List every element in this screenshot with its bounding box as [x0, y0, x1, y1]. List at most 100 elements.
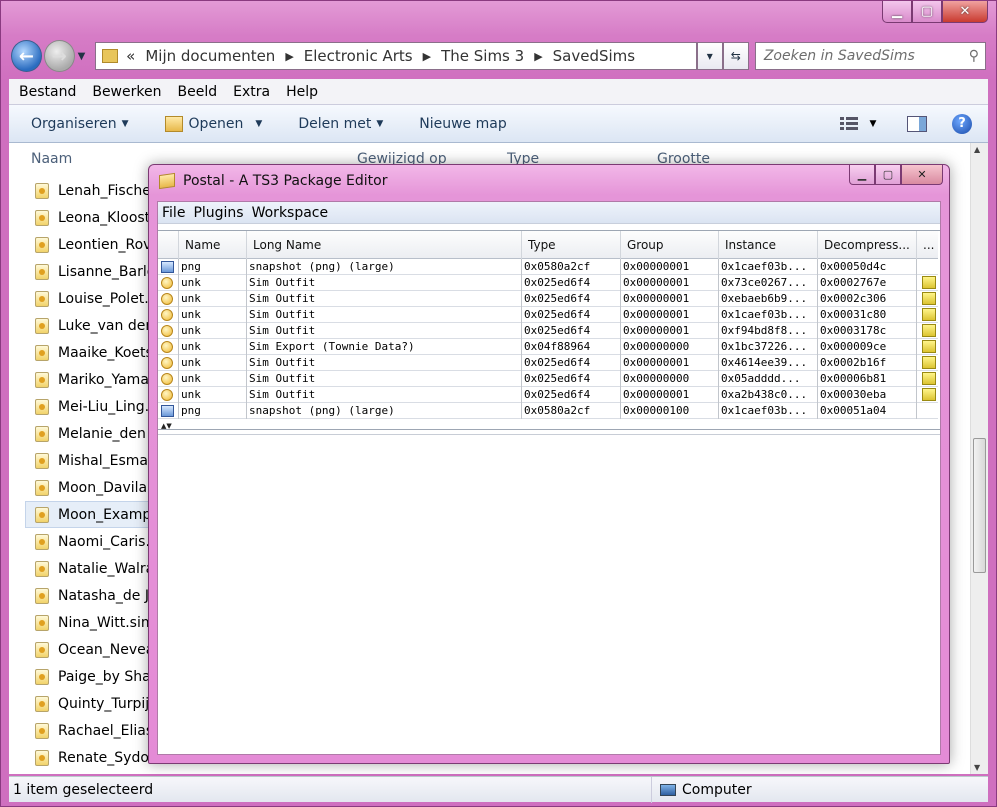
forward-button[interactable]: → [43, 40, 75, 72]
sim-file-icon [35, 695, 49, 712]
postal-minimize-button[interactable]: ▁ [849, 165, 875, 185]
cell-decompress: 0x0002b16f [817, 355, 916, 371]
scrollbar-thumb[interactable] [973, 438, 986, 573]
cell-type: 0x0580a2cf [521, 403, 620, 419]
cell-name: png [178, 403, 246, 419]
unknown-resource-icon [161, 373, 173, 385]
resource-row[interactable]: png snapshot (png) (large) 0x0580a2cf 0x000… [158, 403, 938, 419]
file-name: Leona_Klooste [58, 209, 159, 226]
status-selection-text: 1 item geselecteerd [13, 781, 154, 798]
maximize-button[interactable]: ▢ [912, 1, 942, 23]
resource-flag-icon [922, 324, 936, 337]
sim-file-icon [35, 236, 49, 253]
scroll-down-icon[interactable]: ▼ [974, 763, 980, 772]
grid-resize-handle[interactable]: ▲▼ [158, 422, 938, 430]
breadcrumb-the-sims-3[interactable]: The Sims 3 [441, 47, 524, 65]
postal-close-button[interactable]: ✕ [901, 165, 943, 185]
breadcrumb-mijn-documenten[interactable]: Mijn documenten [145, 47, 275, 65]
column-instance[interactable]: Instance [718, 231, 817, 259]
grid-rows: png snapshot (png) (large) 0x0580a2cf 0x000… [158, 259, 938, 419]
resource-row[interactable]: unk Sim Outfit 0x025ed6f4 0x00000001 0xa2b43… [158, 387, 938, 403]
cell-more [916, 307, 938, 323]
search-icon[interactable]: ⚲ [969, 48, 979, 64]
vertical-scrollbar[interactable]: ▲ ▼ [970, 143, 988, 774]
menu-workspace[interactable]: Workspace [252, 205, 329, 221]
menu-help[interactable]: Help [286, 84, 318, 100]
back-button[interactable]: ← [11, 40, 42, 72]
refresh-button[interactable]: ⇆ [722, 42, 749, 70]
cell-instance: 0xa2b438c0... [718, 387, 817, 403]
file-name: Rachael_Elias. [58, 722, 158, 739]
recent-pages-dropdown-icon[interactable]: ▼ [78, 51, 90, 62]
column-type[interactable]: Type [521, 231, 620, 259]
close-button[interactable]: ✕ [942, 1, 988, 23]
breadcrumb-savedsims[interactable]: SavedSims [553, 47, 635, 65]
column-decompressed[interactable]: Decompress... [817, 231, 916, 259]
column-more[interactable]: ... [916, 231, 938, 259]
menu-file[interactable]: File [162, 205, 185, 221]
resource-icon-cell [158, 275, 178, 291]
computer-icon [660, 784, 676, 796]
unknown-resource-icon [161, 309, 173, 321]
scroll-up-icon[interactable]: ▲ [974, 145, 980, 154]
breadcrumb-electronic-arts[interactable]: Electronic Arts [304, 47, 413, 65]
cell-more [916, 259, 938, 275]
column-naam[interactable]: Naam [31, 151, 72, 167]
resource-icon-cell [158, 371, 178, 387]
grid-header: Name Long Name Type Group Instance Decom… [158, 231, 938, 259]
minimize-button[interactable]: ▁ [882, 1, 912, 23]
cell-type: 0x025ed6f4 [521, 387, 620, 403]
new-folder-button[interactable]: Nieuwe map [419, 116, 506, 132]
resource-row[interactable]: unk Sim Export (Townie Data?) 0x04f88964 0x… [158, 339, 938, 355]
organize-button[interactable]: Organiseren ▼ [31, 116, 129, 132]
resource-row[interactable]: unk Sim Outfit 0x025ed6f4 0x00000000 0x05add… [158, 371, 938, 387]
postal-titlebar: Postal - A TS3 Package Editor [159, 172, 387, 190]
cell-more [916, 355, 938, 371]
view-dropdown-icon[interactable]: ▼ [862, 115, 884, 133]
column-group[interactable]: Group [620, 231, 718, 259]
postal-maximize-button[interactable]: ▢ [875, 165, 901, 185]
resource-row[interactable]: unk Sim Outfit 0x025ed6f4 0x00000001 0x4614e… [158, 355, 938, 371]
breadcrumb-separator-icon[interactable]: ▶ [285, 50, 293, 63]
breadcrumb-separator-icon[interactable]: ▶ [534, 50, 542, 63]
address-bar[interactable]: « Mijn documenten ▶ Electronic Arts ▶ Th… [95, 42, 697, 70]
cell-decompress: 0x0002c306 [817, 291, 916, 307]
menu-bestand[interactable]: Bestand [19, 84, 76, 100]
resource-icon-cell [158, 323, 178, 339]
cell-group: 0x00000001 [620, 275, 718, 291]
resource-icon-cell [158, 307, 178, 323]
menu-bewerken[interactable]: Bewerken [92, 84, 161, 100]
resource-row[interactable]: unk Sim Outfit 0x025ed6f4 0x00000001 0xebaeb… [158, 291, 938, 307]
menu-plugins[interactable]: Plugins [193, 205, 243, 221]
column-long-name[interactable]: Long Name [246, 231, 521, 259]
file-name: Natalie_Walra [58, 560, 155, 577]
cell-type: 0x025ed6f4 [521, 307, 620, 323]
view-options-icon[interactable] [838, 115, 860, 133]
open-button[interactable]: Openen ▼ [164, 115, 262, 132]
sim-file-icon [35, 722, 49, 739]
menu-beeld[interactable]: Beeld [177, 84, 217, 100]
help-icon[interactable]: ? [952, 113, 972, 134]
share-button[interactable]: Delen met ▼ [298, 116, 383, 132]
resource-row[interactable]: png snapshot (png) (large) 0x0580a2cf 0x000… [158, 259, 938, 275]
resource-row[interactable]: unk Sim Outfit 0x025ed6f4 0x00000001 0x73ce0… [158, 275, 938, 291]
breadcrumb-overflow[interactable]: « [126, 47, 135, 65]
status-location: Computer [651, 777, 752, 803]
resource-flag-icon [922, 308, 936, 321]
menu-extra[interactable]: Extra [233, 84, 270, 100]
search-input[interactable]: Zoeken in SavedSims ⚲ [754, 42, 986, 70]
postal-window: Postal - A TS3 Package Editor ▁ ▢ ✕ File… [148, 164, 950, 764]
breadcrumb-separator-icon[interactable]: ▶ [423, 50, 431, 63]
folder-icon [102, 49, 119, 63]
column-name[interactable]: Name [178, 231, 246, 259]
cell-name: unk [178, 339, 246, 355]
address-dropdown-button[interactable]: ▾ [696, 42, 723, 70]
file-name: Renate_Sydow [58, 749, 161, 766]
sim-file-icon [35, 749, 49, 766]
preview-pane-icon[interactable] [906, 115, 928, 133]
resource-row[interactable]: unk Sim Outfit 0x025ed6f4 0x00000001 0xf94bd… [158, 323, 938, 339]
cell-more [916, 275, 938, 291]
new-folder-label: Nieuwe map [419, 115, 507, 132]
resource-row[interactable]: unk Sim Outfit 0x025ed6f4 0x00000001 0x1caef… [158, 307, 938, 323]
cell-type: 0x025ed6f4 [521, 275, 620, 291]
